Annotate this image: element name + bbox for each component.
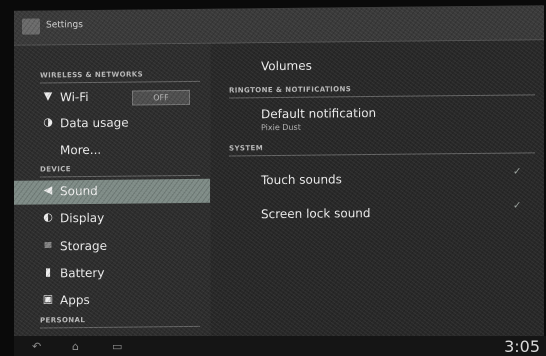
wifi-toggle[interactable]: OFF bbox=[132, 89, 190, 106]
display-icon: ◐ bbox=[43, 210, 53, 224]
back-icon[interactable]: ↶ bbox=[32, 340, 41, 353]
section-divider bbox=[40, 174, 200, 178]
screen-lock-sound-checkbox[interactable]: ✓ bbox=[513, 200, 521, 211]
sidebar-item-sound[interactable]: ◀ Sound bbox=[14, 178, 210, 205]
system-navigation-bar: ↶ ⌂ ▭ 3:05 bbox=[14, 336, 546, 356]
section-ringtone-notifications: RINGTONE & NOTIFICATIONS bbox=[229, 85, 352, 95]
settings-categories-pane: WIRELESS & NETWORKS ▼ Wi-Fi OFF ◑ Data u… bbox=[14, 43, 210, 343]
section-device: DEVICE bbox=[40, 165, 71, 174]
status-clock: 3:05 bbox=[504, 337, 540, 356]
section-personal: PERSONAL bbox=[40, 316, 86, 325]
settings-app-icon bbox=[22, 18, 40, 35]
section-divider bbox=[40, 325, 200, 329]
sidebar-item-wifi[interactable]: ▼ Wi-Fi OFF bbox=[14, 85, 210, 111]
recent-apps-icon[interactable]: ▭ bbox=[112, 340, 122, 353]
sidebar-item-label: Apps bbox=[60, 292, 90, 308]
volumes-item[interactable]: Volumes bbox=[261, 59, 312, 74]
photo-frame: Settings WIRELESS & NETWORKS ▼ Wi-Fi OFF… bbox=[0, 0, 546, 356]
home-icon[interactable]: ⌂ bbox=[72, 340, 79, 353]
touch-sounds-item[interactable]: Touch sounds bbox=[261, 172, 342, 187]
sound-settings-pane: Volumes RINGTONE & NOTIFICATIONS Default… bbox=[211, 40, 544, 341]
speaker-icon: ◀ bbox=[43, 183, 53, 197]
sidebar-item-label: Display bbox=[60, 210, 105, 226]
default-notification-item[interactable]: Default notification bbox=[261, 106, 376, 121]
sidebar-item-more[interactable]: More... bbox=[14, 138, 210, 164]
sidebar-item-label: More... bbox=[60, 142, 102, 158]
data-usage-icon: ◑ bbox=[43, 115, 53, 129]
section-wireless-networks: WIRELESS & NETWORKS bbox=[40, 70, 144, 80]
battery-icon: ▮ bbox=[44, 265, 52, 279]
section-divider bbox=[229, 152, 535, 157]
sidebar-item-storage[interactable]: ≡ Storage bbox=[14, 234, 210, 260]
storage-icon: ≡ bbox=[43, 238, 53, 252]
apps-icon: ▣ bbox=[42, 292, 54, 306]
sidebar-item-label: Wi-Fi bbox=[60, 89, 89, 105]
sidebar-item-battery[interactable]: ▮ Battery bbox=[14, 261, 210, 287]
title-bar: Settings bbox=[14, 5, 544, 46]
touch-sounds-checkbox[interactable]: ✓ bbox=[513, 166, 521, 177]
default-notification-value: Pixie Dust bbox=[261, 122, 301, 133]
section-divider bbox=[229, 94, 535, 99]
sidebar-item-label: Storage bbox=[60, 238, 107, 254]
window-title: Settings bbox=[46, 20, 83, 31]
section-system: SYSTEM bbox=[229, 144, 264, 153]
sidebar-item-label: Sound bbox=[60, 183, 98, 199]
tablet-screen: Settings WIRELESS & NETWORKS ▼ Wi-Fi OFF… bbox=[14, 5, 544, 343]
sidebar-item-data-usage[interactable]: ◑ Data usage bbox=[14, 111, 210, 137]
sidebar-item-label: Battery bbox=[60, 265, 105, 281]
screen-lock-sound-item[interactable]: Screen lock sound bbox=[261, 206, 371, 221]
sidebar-item-apps[interactable]: ▣ Apps bbox=[14, 288, 210, 314]
sidebar-item-label: Data usage bbox=[60, 115, 129, 131]
sidebar-item-display[interactable]: ◐ Display bbox=[14, 206, 210, 232]
section-divider bbox=[40, 80, 200, 84]
wifi-icon: ▼ bbox=[43, 89, 53, 103]
